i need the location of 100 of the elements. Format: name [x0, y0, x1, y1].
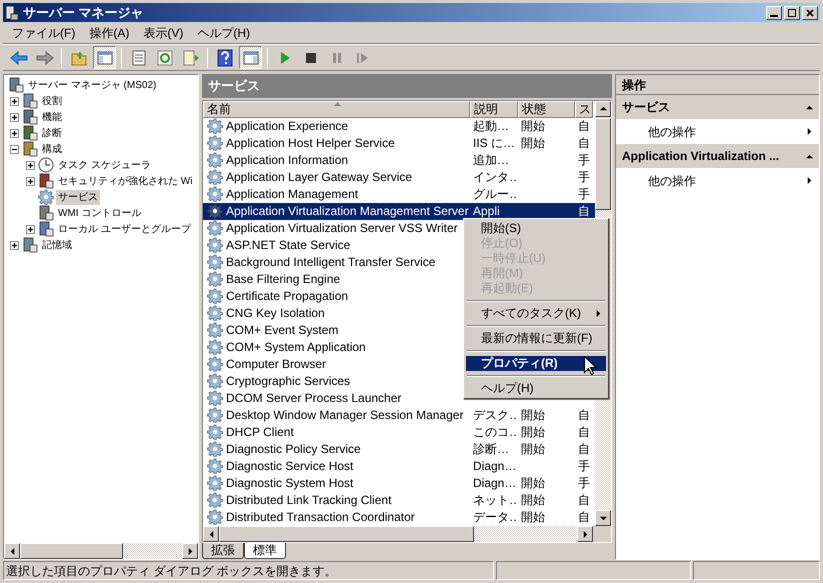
service-name: DHCP Client: [225, 424, 295, 440]
menu-item[interactable]: すべてのタスク(K): [466, 306, 606, 321]
menu-item[interactable]: ヘルプ(H): [190, 24, 257, 42]
table-row[interactable]: Application Information 追加… 手: [203, 152, 595, 169]
expand-toggle[interactable]: [10, 128, 18, 138]
maximize-button[interactable]: [784, 6, 800, 20]
table-row[interactable]: Distributed Transaction Coordinator データ…開始 自: [203, 508, 595, 526]
menu-item[interactable]: 操作(A): [82, 24, 136, 42]
gear-icon: [207, 169, 223, 186]
menu-item[interactable]: プロパティ(R): [466, 356, 606, 371]
gear-icon: [207, 305, 223, 322]
table-cell: 手: [578, 476, 590, 490]
service-name: Application Layer Gateway Service: [225, 170, 414, 185]
expand-toggle[interactable]: [26, 224, 34, 234]
table-row[interactable]: Application Layer Gateway Service インタ… 手: [203, 168, 595, 186]
menu-item[interactable]: 表示(V): [136, 24, 190, 42]
tree-item[interactable]: サーバー マネージャ (MS02): [26, 78, 158, 92]
gear-icon: [207, 475, 223, 492]
gear-icon: [207, 458, 223, 474]
collapse-toggle[interactable]: [10, 144, 18, 154]
stop-icon: [304, 50, 318, 64]
menu-item[interactable]: 開始(S): [466, 220, 606, 236]
section-header[interactable]: サービス: [616, 95, 819, 119]
section-header[interactable]: Application Virtualization ...: [616, 144, 819, 168]
table-cell: 自: [578, 424, 590, 439]
expand-toggle[interactable]: [26, 176, 34, 186]
scroll-left-button[interactable]: [4, 543, 20, 559]
tree-item[interactable]: 機能: [40, 110, 64, 124]
table-row[interactable]: Distributed Link Tracking Client ネット…開始 自: [203, 492, 595, 509]
tree-item[interactable]: WMI コントロール: [56, 206, 144, 220]
service-name: Computer Browser: [225, 356, 328, 372]
table-cell: IIS に…: [473, 136, 516, 150]
toolbar-button[interactable]: [239, 46, 262, 69]
gear-icon: [207, 339, 223, 356]
menu-item[interactable]: ファイル(F): [5, 24, 82, 42]
scroll-down-button[interactable]: [595, 510, 611, 526]
view-tab[interactable]: 拡張: [202, 543, 244, 560]
gear-icon: [207, 407, 223, 424]
service-name: Diagnostic Service Host: [225, 458, 354, 474]
tree-item[interactable]: 役割: [40, 94, 64, 108]
toolbar-button[interactable]: [93, 46, 116, 69]
table-cell: 手: [578, 458, 590, 473]
action-link[interactable]: 他の操作: [616, 168, 819, 193]
service-name: Background Intelligent Transfer Service: [225, 254, 436, 270]
server-icon: [5, 4, 19, 20]
column-header[interactable]: 名前: [203, 100, 470, 118]
scroll-up-button[interactable]: [595, 100, 611, 117]
minimize-button[interactable]: [766, 6, 782, 20]
tree-item[interactable]: タスク スケジューラ: [56, 158, 153, 172]
column-header[interactable]: 説明: [470, 100, 518, 118]
scrollbar-thumb[interactable]: [219, 526, 474, 542]
column-header[interactable]: ス: [575, 100, 593, 118]
service-name: Application Virtualization Server VSS Writer: [225, 220, 459, 236]
table-cell: グルー…: [473, 186, 518, 201]
tree-item[interactable]: 記憶域: [40, 238, 74, 252]
table-cell: Diagn…: [473, 476, 516, 490]
scroll-right-button[interactable]: [182, 543, 198, 559]
table-row[interactable]: Application Virtualization Management Server Appli 自: [203, 202, 595, 220]
expand-toggle[interactable]: [26, 160, 34, 170]
table-row[interactable]: Desktop Window Manager Session Manager デスク…開始 自: [203, 406, 595, 424]
service-name: ASP.NET State Service: [225, 238, 352, 253]
pane-title: サービス: [208, 77, 260, 96]
table-cell: 開始: [521, 442, 545, 456]
gear-icon: [207, 254, 223, 270]
menu-item[interactable]: 最新の情報に更新(F): [466, 330, 606, 346]
column-header[interactable]: 状態: [518, 100, 575, 118]
table-cell: 追加…: [473, 152, 509, 167]
table-row[interactable]: Diagnostic System Host Diagn… 開始 手: [203, 474, 595, 492]
tree-item[interactable]: 診断: [40, 126, 64, 140]
expand-toggle[interactable]: [10, 112, 18, 122]
table-cell: ネット…: [473, 492, 518, 507]
tree-item[interactable]: 構成: [40, 142, 64, 156]
tree-item[interactable]: セキュリティが強化された Wi: [56, 174, 194, 188]
view-tab[interactable]: 標準: [244, 543, 286, 560]
submenu-arrow-icon: [806, 128, 813, 135]
scroll-right-button[interactable]: [577, 526, 593, 542]
service-name: Application Experience: [225, 118, 350, 134]
expand-toggle[interactable]: [10, 96, 18, 106]
service-name: Certificate Propagation: [225, 288, 350, 304]
scrollbar-thumb[interactable]: [20, 543, 123, 559]
table-cell: 手: [578, 152, 590, 167]
table-row[interactable]: Diagnostic Policy Service 診断… 開始 自: [203, 440, 595, 458]
table-row[interactable]: Application Management グルー… 手: [203, 186, 595, 203]
column-label: 名前: [207, 102, 231, 117]
scrollbar-thumb[interactable]: [595, 118, 611, 210]
expand-toggle[interactable]: [10, 240, 18, 250]
resume-icon: [356, 50, 370, 64]
action-link[interactable]: 他の操作: [616, 119, 819, 144]
service-name: COM+ Event System: [225, 322, 340, 338]
table-row[interactable]: Application Experience 起動… 開始 自: [203, 118, 595, 135]
table-row[interactable]: DHCP Client このコ…開始 自: [203, 424, 595, 441]
back-arrow-icon: [10, 50, 28, 66]
table-row[interactable]: Diagnostic Service Host Diagn… 手: [203, 458, 595, 475]
scroll-left-button[interactable]: [203, 526, 219, 542]
close-button[interactable]: [802, 6, 818, 20]
table-cell: 開始: [521, 510, 545, 524]
tree-item[interactable]: サービス: [56, 190, 100, 204]
menu-item[interactable]: ヘルプ(H): [466, 380, 606, 396]
tree-item[interactable]: ローカル ユーザーとグループ: [56, 222, 193, 236]
table-row[interactable]: Application Host Helper Service IIS に… 開始 自: [203, 134, 595, 152]
